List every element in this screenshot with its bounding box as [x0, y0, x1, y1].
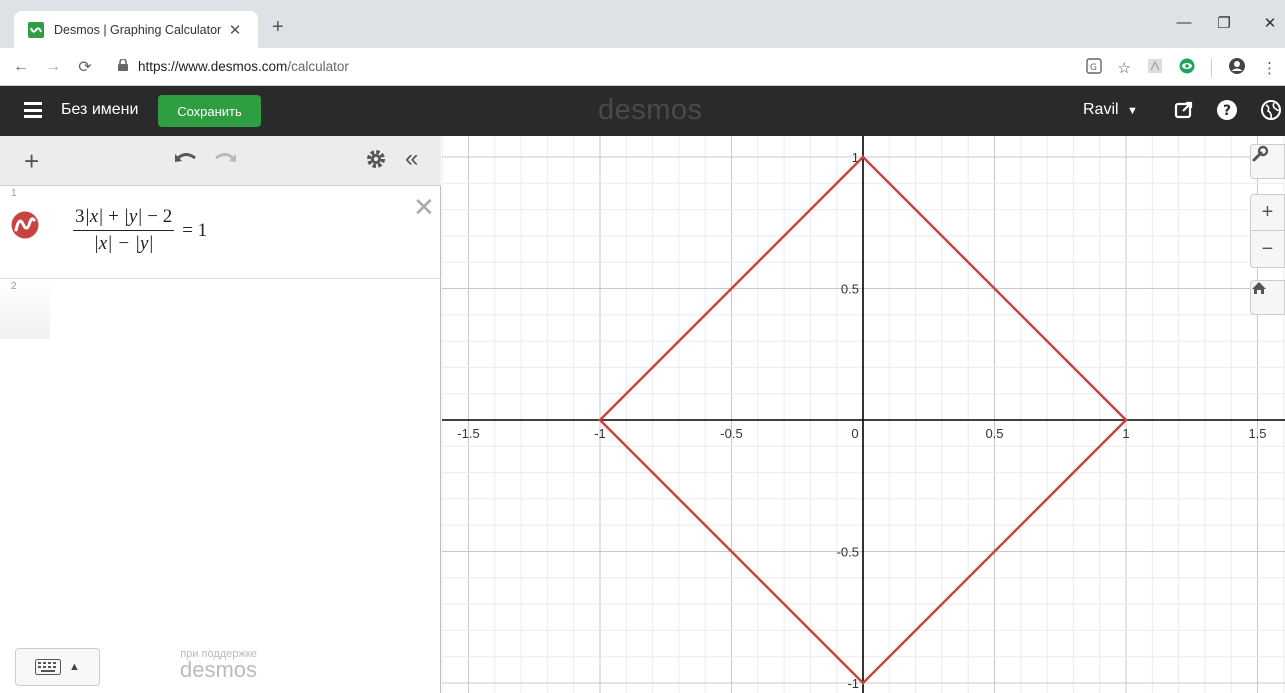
denominator-text: |x| − |y| [93, 233, 154, 254]
translate-icon[interactable]: G [1085, 58, 1102, 78]
zoom-in-icon[interactable]: + [1250, 194, 1285, 231]
caret-down-icon: ▼ [1127, 105, 1138, 117]
undo-icon[interactable] [172, 148, 198, 174]
row-number: 1 [11, 188, 17, 199]
url-path: /calculator [287, 59, 349, 74]
browser-tabstrip: Desmos | Graphing Calculator ✕ + — ❐ ✕ [0, 0, 1285, 48]
powered-by-logo: desmos [180, 657, 258, 682]
url-host: https://www.desmos.com [138, 59, 288, 74]
back-icon[interactable]: ← [10, 58, 32, 76]
svg-text:G: G [1090, 63, 1097, 73]
extension-eye-icon[interactable] [1179, 58, 1195, 78]
desmos-logo: desmos [598, 94, 703, 126]
svg-text:?: ? [1223, 103, 1231, 119]
expression-row[interactable]: 1 3|x| + |y| − 2 |x| − |y| = 1 ✕ [0, 186, 441, 279]
fraction-denominator: |x| − |y| [92, 231, 156, 255]
expression-gutter: 1 [0, 186, 50, 278]
user-menu[interactable]: Ravil ▼ [1083, 101, 1138, 119]
expression-panel: + « 1 3|x| + |y| − 2 |x| − |y| = 1 ✕ 2 ▲… [0, 136, 441, 693]
minimize-icon[interactable]: — [1174, 14, 1194, 31]
row-number: 2 [11, 281, 17, 292]
bookmark-star-icon[interactable]: ☆ [1118, 59, 1131, 77]
x-tick-label: 1 [1122, 426, 1129, 441]
language-globe-icon[interactable] [1259, 98, 1283, 122]
share-icon[interactable] [1172, 98, 1196, 122]
x-tick-label: -0.5 [720, 426, 742, 441]
default-viewport-home-icon[interactable] [1250, 280, 1285, 315]
toolbar-separator [1211, 59, 1212, 77]
x-tick-label: 0.5 [985, 426, 1003, 441]
keyboard-icon [35, 659, 62, 675]
lock-icon [118, 58, 128, 74]
desmos-favicon-icon [28, 21, 44, 38]
graph-title[interactable]: Без имени [61, 101, 138, 119]
help-icon[interactable]: ? [1215, 98, 1239, 122]
fraction: 3|x| + |y| − 2 |x| − |y| [73, 206, 175, 255]
save-button[interactable]: Сохранить [158, 95, 261, 127]
numerator-term: − 2 [142, 206, 173, 227]
reload-icon[interactable]: ⟳ [74, 57, 96, 77]
browser-menu-icon[interactable]: ⋮ [1262, 59, 1277, 77]
desmos-header: Без имени Сохранить desmos Ravil ▼ ? [0, 86, 1285, 136]
x-tick-label: 0 [851, 426, 858, 441]
collapse-panel-icon[interactable]: « [405, 145, 418, 173]
x-tick-label: -1.5 [457, 426, 479, 441]
browser-tab[interactable]: Desmos | Graphing Calculator ✕ [14, 11, 258, 48]
y-tick-label: -0.5 [837, 545, 859, 560]
window-close-icon[interactable]: ✕ [1260, 14, 1280, 32]
y-tick-label: 0.5 [841, 282, 859, 297]
user-name: Ravil [1083, 101, 1119, 118]
forward-icon[interactable]: → [42, 58, 64, 76]
graph-canvas[interactable]: -1.5 -1 -0.5 0 0.5 1 1.510.5-0.5-1 [442, 136, 1285, 693]
equation-rhs: = 1 [182, 219, 208, 241]
browser-toolbar: ← → ⟳ https://www.desmos.com /calculator… [0, 48, 1285, 86]
settings-gear-icon[interactable] [365, 148, 387, 176]
numerator-term: 3 [75, 206, 85, 227]
numerator-term: + [103, 206, 124, 227]
empty-expression-row[interactable]: 2 [0, 279, 50, 339]
graph-paper[interactable]: -1.5 -1 -0.5 0 0.5 1 1.5 1 0.5 -0.5 -1 + − [442, 136, 1285, 693]
hamburger-menu-icon[interactable] [24, 102, 42, 118]
graph-settings-wrench-icon[interactable] [1250, 144, 1285, 179]
add-item-icon[interactable]: + [24, 146, 39, 177]
numerator-term: |y| [123, 206, 143, 227]
profile-icon[interactable] [1228, 57, 1246, 79]
pdf-extension-icon[interactable] [1147, 58, 1163, 78]
math-expression[interactable]: 3|x| + |y| − 2 |x| − |y| = 1 [73, 206, 207, 255]
x-tick-label: 1.5 [1248, 426, 1266, 441]
powered-by: при поддержке desmos [180, 648, 258, 682]
x-tick-label: -1 [594, 426, 606, 441]
restore-icon[interactable]: ❐ [1214, 14, 1234, 32]
expression-toolbar: + « [0, 136, 441, 186]
redo-icon[interactable] [213, 148, 239, 174]
new-tab-icon[interactable]: + [272, 16, 284, 39]
graph-style-icon[interactable] [11, 211, 39, 239]
caret-up-icon: ▲ [69, 661, 80, 673]
delete-expression-icon[interactable]: ✕ [413, 192, 435, 223]
tab-title: Desmos | Graphing Calculator [54, 22, 222, 37]
address-bar[interactable]: https://www.desmos.com /calculator [118, 58, 349, 74]
tab-close-icon[interactable]: ✕ [224, 21, 246, 39]
keyboard-toggle-button[interactable]: ▲ [15, 648, 100, 686]
zoom-out-icon[interactable]: − [1250, 231, 1285, 268]
fraction-numerator: 3|x| + |y| − 2 [73, 206, 175, 231]
numerator-term: |x| [84, 206, 104, 227]
